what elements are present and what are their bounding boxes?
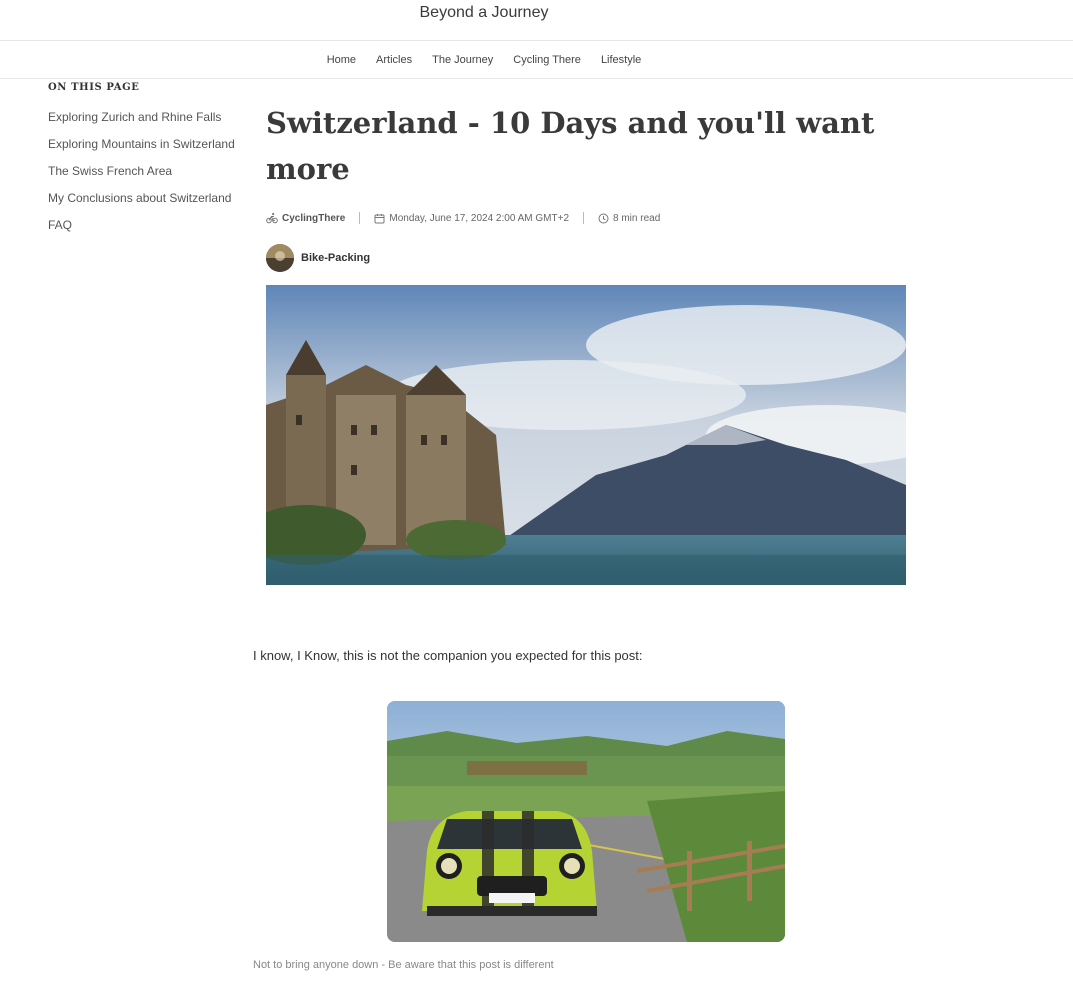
article-title: Switzerland - 10 Days and you'll want mo… [266, 106, 875, 186]
author-meta[interactable]: CyclingThere [266, 212, 345, 224]
toc-item-faq[interactable]: FAQ [48, 215, 238, 235]
cyclist-icon [266, 212, 278, 224]
nav-link-the-journey[interactable]: The Journey [432, 54, 493, 66]
site-header: Beyond a Journey [0, 0, 1073, 41]
meta-divider [359, 212, 361, 224]
date-meta: Monday, June 17, 2024 2:00 AM GMT+2 [374, 213, 569, 224]
nav-link-home[interactable]: Home [327, 54, 356, 66]
main-nav: Home Articles The Journey Cycling There … [0, 41, 1073, 79]
meta-divider [583, 212, 585, 224]
read-time: 8 min read [613, 212, 661, 224]
nav-link-cycling-there[interactable]: Cycling There [513, 54, 581, 66]
article-meta: CyclingThere Monday, June 17, 2024 2:00 … [266, 212, 660, 224]
publish-date: Monday, June 17, 2024 2:00 AM GMT+2 [389, 212, 570, 224]
read-time-meta: 8 min read [598, 213, 660, 224]
nav-link-lifestyle[interactable]: Lifestyle [601, 54, 641, 66]
tag-bike-packing[interactable]: Bike-Packing [301, 252, 370, 264]
nav-link-articles[interactable]: Articles [376, 54, 412, 66]
image-caption: Not to bring anyone down - Be aware that… [253, 959, 554, 971]
calendar-icon [374, 213, 385, 223]
toc-list: Exploring Zurich and Rhine Falls Explori… [48, 107, 238, 235]
toc-item-conclusions[interactable]: My Conclusions about Switzerland [48, 188, 238, 208]
toc-item-zurich[interactable]: Exploring Zurich and Rhine Falls [48, 107, 238, 127]
table-of-contents: ON THIS PAGE Exploring Zurich and Rhine … [48, 82, 238, 242]
hero-image-chillon-castle-lake [266, 285, 906, 585]
tag-row: Bike-Packing [266, 244, 370, 272]
clock-icon [598, 213, 609, 223]
toc-item-swiss-french[interactable]: The Swiss French Area [48, 161, 238, 181]
intro-paragraph: I know, I Know, this is not the companio… [253, 648, 643, 663]
toc-item-mountains[interactable]: Exploring Mountains in Switzerland [48, 134, 238, 154]
tag-avatar[interactable] [266, 244, 294, 272]
car-image-green-mini [387, 701, 785, 942]
site-title[interactable]: Beyond a Journey [0, 4, 968, 22]
author-name[interactable]: CyclingThere [282, 213, 345, 224]
toc-heading: ON THIS PAGE [48, 82, 140, 93]
